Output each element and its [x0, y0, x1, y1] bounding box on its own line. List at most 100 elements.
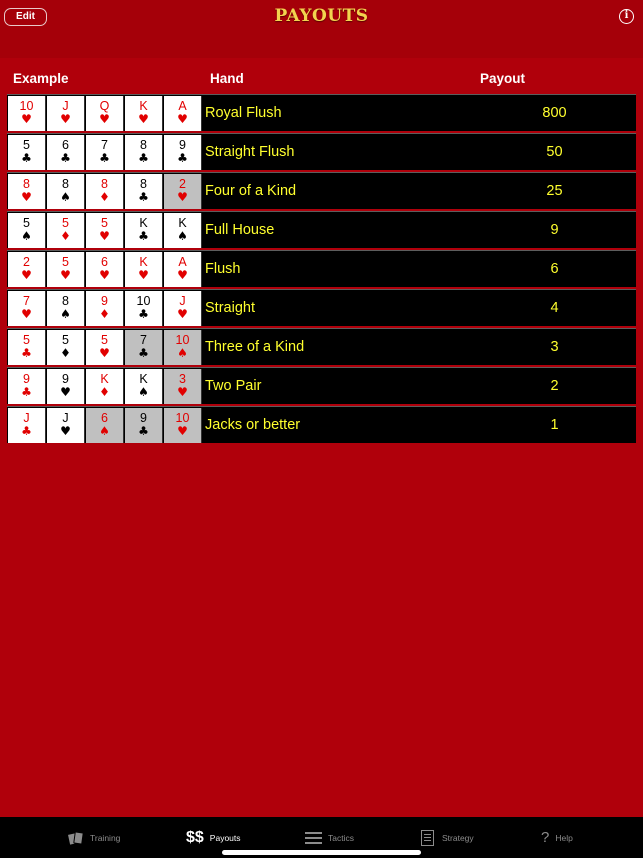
card-rank: J — [23, 411, 30, 425]
info-icon[interactable]: i — [619, 9, 634, 24]
playing-card: J ♥ — [164, 291, 202, 326]
playing-card: A ♥ — [164, 96, 202, 131]
card-suit-icon: ♥ — [177, 190, 188, 204]
playing-card: 8 ♠ — [47, 291, 85, 326]
table-row: 10 ♥ J ♥ Q ♥ K ♥ A ♥ Royal Flush 800 — [7, 94, 636, 131]
playing-card: 9 ♣ — [164, 135, 202, 170]
payout-rows: 10 ♥ J ♥ Q ♥ K ♥ A ♥ Royal Flush 800 5 ♣ 6 ♣ 7 ♣ 8 ♣ 9 ♣ Strai… — [7, 94, 636, 445]
tab-label: Strategy — [442, 832, 474, 843]
payout-value: 1 — [550, 417, 559, 433]
tab-strategy[interactable]: Strategy — [421, 817, 474, 858]
table-header: Example Hand Payout — [0, 58, 643, 96]
card-suit-icon: ♠ — [99, 424, 110, 438]
playing-card: J ♣ — [8, 408, 46, 443]
card-suit-icon: ♣ — [60, 151, 71, 165]
card-suit-icon: ♣ — [138, 307, 149, 321]
card-rank: 5 — [62, 216, 69, 230]
playing-card: 6 ♠ — [86, 408, 124, 443]
playing-card: J ♥ — [47, 408, 85, 443]
example-cards: 5 ♣ 6 ♣ 7 ♣ 8 ♣ 9 ♣ — [7, 134, 202, 171]
card-rank: 5 — [62, 333, 69, 347]
playing-card: 10 ♥ — [8, 96, 46, 131]
card-suit-icon: ♥ — [138, 112, 149, 126]
playing-card: 10 ♣ — [125, 291, 163, 326]
card-suit-icon: ♣ — [177, 151, 188, 165]
example-cards: J ♣ J ♥ 6 ♠ 9 ♣ 10 ♥ — [7, 407, 202, 444]
playing-card: 5 ♣ — [8, 330, 46, 365]
card-suit-icon: ♦ — [99, 190, 110, 204]
card-suit-icon: ♣ — [21, 346, 32, 360]
tab-help[interactable]: ? Help — [541, 817, 573, 858]
payout-value: 3 — [550, 339, 559, 355]
playing-card: K ♠ — [164, 213, 202, 248]
card-suit-icon: ♥ — [21, 190, 32, 204]
payout-value: 9 — [550, 222, 559, 238]
question-icon: ? — [541, 829, 550, 846]
card-suit-icon: ♥ — [177, 424, 188, 438]
card-suit-icon: ♥ — [21, 112, 32, 126]
hand-name: Four of a Kind — [205, 183, 297, 199]
playing-card: 8 ♦ — [86, 174, 124, 209]
playing-card: 9 ♦ — [86, 291, 124, 326]
card-suit-icon: ♠ — [138, 385, 149, 399]
card-rank: 7 — [101, 138, 108, 152]
card-suit-icon: ♥ — [177, 268, 188, 282]
playing-card: 8 ♠ — [47, 174, 85, 209]
card-rank: 10 — [136, 294, 151, 308]
playing-card: 7 ♣ — [86, 135, 124, 170]
card-rank: Q — [99, 99, 110, 113]
card-suit-icon: ♠ — [21, 229, 32, 243]
playing-card: 6 ♣ — [47, 135, 85, 170]
card-rank: 5 — [23, 138, 30, 152]
playing-card: 2 ♥ — [8, 252, 46, 287]
card-suit-icon: ♣ — [99, 151, 110, 165]
header-hand: Hand — [210, 71, 244, 86]
cards-icon — [66, 830, 84, 846]
card-suit-icon: ♣ — [138, 229, 149, 243]
card-rank: J — [62, 99, 69, 113]
payout-value: 4 — [550, 300, 559, 316]
card-rank: 7 — [23, 294, 30, 308]
card-rank: 9 — [101, 294, 108, 308]
card-rank: 3 — [179, 372, 186, 386]
card-rank: J — [62, 411, 69, 425]
card-rank: A — [178, 99, 187, 113]
dollar-icon: $$ — [186, 828, 204, 846]
playing-card: 5 ♥ — [86, 330, 124, 365]
card-suit-icon: ♦ — [99, 385, 110, 399]
card-suit-icon: ♥ — [21, 307, 32, 321]
card-suit-icon: ♣ — [21, 424, 32, 438]
card-rank: 2 — [179, 177, 186, 191]
card-suit-icon: ♣ — [138, 151, 149, 165]
card-rank: 10 — [175, 333, 190, 347]
card-rank: A — [178, 255, 187, 269]
card-rank: 8 — [62, 177, 69, 191]
card-suit-icon: ♥ — [60, 424, 71, 438]
hand-name: Three of a Kind — [205, 339, 305, 355]
example-cards: 5 ♠ 5 ♦ 5 ♥ K ♣ K ♠ — [7, 212, 202, 249]
card-rank: K — [139, 372, 148, 386]
table-row: 5 ♠ 5 ♦ 5 ♥ K ♣ K ♠ Full House 9 — [7, 211, 636, 248]
playing-card: 8 ♥ — [8, 174, 46, 209]
card-suit-icon: ♥ — [99, 112, 110, 126]
tab-training[interactable]: Training — [66, 817, 120, 858]
card-suit-icon: ♥ — [177, 112, 188, 126]
card-rank: 10 — [19, 99, 34, 113]
header-payout: Payout — [480, 71, 526, 86]
card-rank: 8 — [62, 294, 69, 308]
playing-card: 8 ♣ — [125, 174, 163, 209]
navigation-bar: Edit PAYOUTS i — [0, 0, 643, 58]
card-suit-icon: ♥ — [99, 229, 110, 243]
card-rank: J — [179, 294, 186, 308]
card-suit-icon: ♥ — [60, 385, 71, 399]
example-cards: 5 ♣ 5 ♦ 5 ♥ 7 ♣ 10 ♠ — [7, 329, 202, 366]
playing-card: 3 ♥ — [164, 369, 202, 404]
playing-card: 5 ♦ — [47, 213, 85, 248]
card-rank: 7 — [140, 333, 147, 347]
card-suit-icon: ♠ — [177, 229, 188, 243]
table-row: J ♣ J ♥ 6 ♠ 9 ♣ 10 ♥ Jacks or better 1 — [7, 406, 636, 443]
card-rank: 5 — [23, 216, 30, 230]
card-suit-icon: ♥ — [60, 268, 71, 282]
table-row: 5 ♣ 6 ♣ 7 ♣ 8 ♣ 9 ♣ Straight Flush 50 — [7, 133, 636, 170]
card-rank: 8 — [140, 138, 147, 152]
